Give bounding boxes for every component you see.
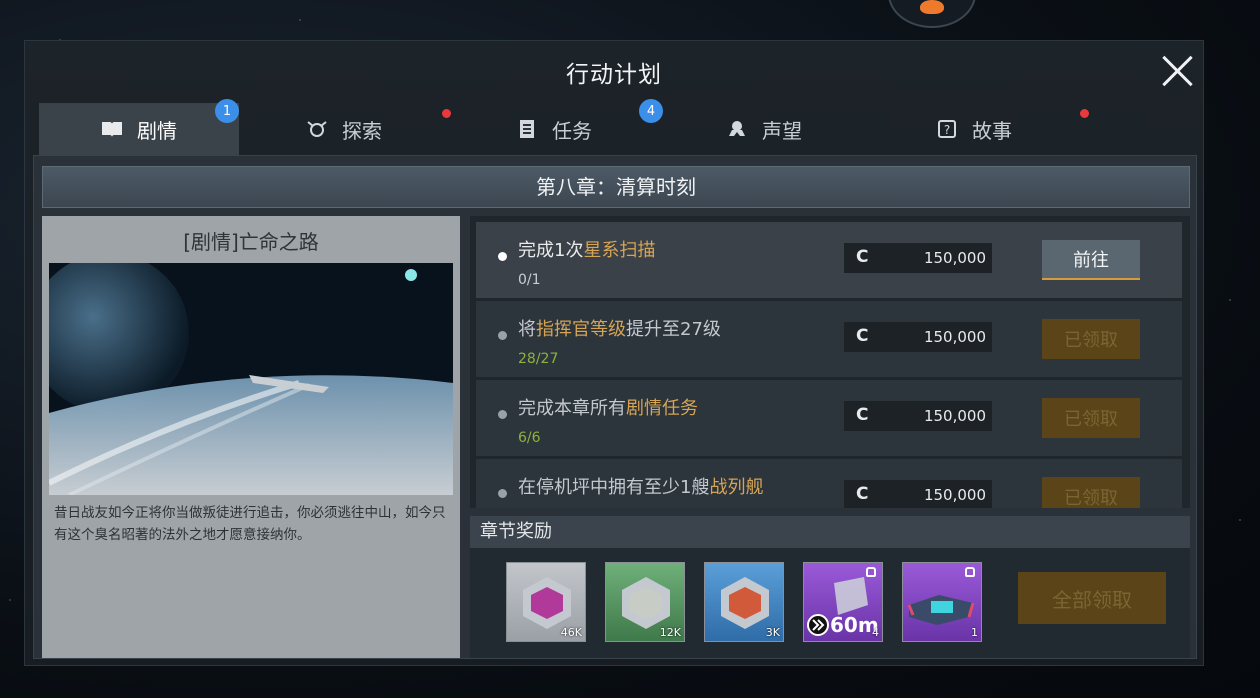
credit-reward: C 150,000 xyxy=(844,243,992,273)
task-row: 将指挥官等级提升至27级 28/27 C 150,000 已领取 xyxy=(476,301,1182,377)
task-row: 完成1次星系扫描 0/1 C 150,000 前往 xyxy=(476,222,1182,298)
action-plan-panel: 行动计划 剧情 1 探索 任务 4 声望 ? 故事 第八章：清算时刻 [剧情]亡… xyxy=(24,40,1204,666)
metal-icon xyxy=(622,577,670,629)
close-icon[interactable] xyxy=(1159,53,1195,89)
task-description: 完成1次星系扫描 xyxy=(518,240,656,261)
credit-reward: C 150,000 xyxy=(844,401,992,431)
bullet-icon xyxy=(498,489,507,498)
task-list: 完成1次星系扫描 0/1 C 150,000 前往 将指挥官等级提升至27级 2… xyxy=(470,216,1190,508)
bullet-icon xyxy=(498,410,507,419)
story-description: 昔日战友如今正将你当做叛徒进行追击，你必须逃往中山，如今只有这个臭名昭著的法外之… xyxy=(54,505,446,543)
window-title: 行动计划 xyxy=(566,62,662,88)
claimed-button[interactable]: 已领取 xyxy=(1042,398,1140,438)
task-progress: 6/6 xyxy=(518,430,541,446)
credit-icon: C xyxy=(856,405,869,425)
tab-label: 声望 xyxy=(762,118,802,143)
item-count: 1 xyxy=(971,626,978,639)
notification-badge: 4 xyxy=(639,99,663,123)
claimed-button[interactable]: 已领取 xyxy=(1042,319,1140,359)
svg-text:?: ? xyxy=(944,123,950,137)
item-count: 3K xyxy=(765,626,780,639)
task-description: 完成本章所有剧情任务 xyxy=(518,398,698,419)
alert-dot xyxy=(1080,109,1089,118)
tab-story[interactable]: 剧情 1 xyxy=(39,99,239,155)
book-icon xyxy=(101,119,123,139)
crystal-icon xyxy=(523,577,571,629)
tab-explore[interactable]: 探索 xyxy=(244,103,451,155)
claimed-button[interactable]: 已领取 xyxy=(1042,477,1140,508)
story-card: [剧情]亡命之路 昔日战友如今正将你当做叛徒进行追击，你必须逃往中山，如今只有这… xyxy=(42,216,460,658)
deuterium-icon xyxy=(721,577,769,629)
notification-badge: 1 xyxy=(215,99,239,123)
rewards-header: 章节奖励 xyxy=(470,516,1190,548)
reward-amount: 150,000 xyxy=(923,486,986,504)
reward-amount: 150,000 xyxy=(923,328,986,346)
credit-icon: C xyxy=(856,484,869,504)
task-progress: 0/1 xyxy=(518,272,541,288)
bullet-icon xyxy=(498,331,507,340)
medal-icon xyxy=(726,119,748,139)
tab-bar: 剧情 1 探索 任务 4 声望 ? 故事 xyxy=(39,99,1199,155)
go-button[interactable]: 前往 xyxy=(1042,240,1140,280)
reward-item-speedup[interactable]: 60m 4 xyxy=(803,562,883,642)
reward-amount: 150,000 xyxy=(923,407,986,425)
alert-dot xyxy=(442,109,451,118)
credit-icon: C xyxy=(856,326,869,346)
task-row: 在停机坪中拥有至少1艘战列舰 C 150,000 已领取 xyxy=(476,459,1182,508)
story-title: [剧情]亡命之路 xyxy=(183,230,319,254)
tab-reputation[interactable]: 声望 xyxy=(664,103,864,155)
reward-item-crystal[interactable]: 46K xyxy=(506,562,586,642)
chapter-title: 第八章：清算时刻 xyxy=(42,166,1190,208)
tab-stories[interactable]: ? 故事 xyxy=(874,103,1089,155)
question-book-icon: ? xyxy=(936,119,958,139)
reward-amount: 150,000 xyxy=(923,249,986,267)
task-progress: 28/27 xyxy=(518,351,559,367)
credit-icon: C xyxy=(856,247,869,267)
story-image xyxy=(49,263,453,495)
bullet-icon xyxy=(498,252,507,261)
reward-item-device[interactable]: 1 xyxy=(902,562,982,642)
task-row: 完成本章所有剧情任务 6/6 C 150,000 已领取 xyxy=(476,380,1182,456)
item-count: 46K xyxy=(560,626,582,639)
chapter-rewards: 章节奖励 46K 12K 3K 60m 4 1 全部领取 xyxy=(470,516,1190,658)
clipboard-icon xyxy=(516,119,538,139)
tab-label: 任务 xyxy=(552,118,592,143)
task-description: 在停机坪中拥有至少1艘战列舰 xyxy=(518,477,764,498)
tab-missions[interactable]: 任务 4 xyxy=(454,99,663,155)
content-area: 第八章：清算时刻 [剧情]亡命之路 昔日战友如今正将你当做叛徒进行追击，你必须逃… xyxy=(33,155,1197,659)
reward-item-deuterium[interactable]: 3K xyxy=(704,562,784,642)
claim-all-button[interactable]: 全部领取 xyxy=(1018,572,1166,624)
tab-label: 剧情 xyxy=(137,118,177,143)
item-count: 4 xyxy=(872,626,879,639)
tab-label: 故事 xyxy=(972,118,1012,143)
tab-label: 探索 xyxy=(342,118,382,143)
item-count: 12K xyxy=(659,626,681,639)
credit-reward: C 150,000 xyxy=(844,322,992,352)
explore-icon xyxy=(306,119,328,139)
reward-item-metal[interactable]: 12K xyxy=(605,562,685,642)
credit-reward: C 150,000 xyxy=(844,480,992,508)
task-description: 将指挥官等级提升至27级 xyxy=(518,319,721,340)
